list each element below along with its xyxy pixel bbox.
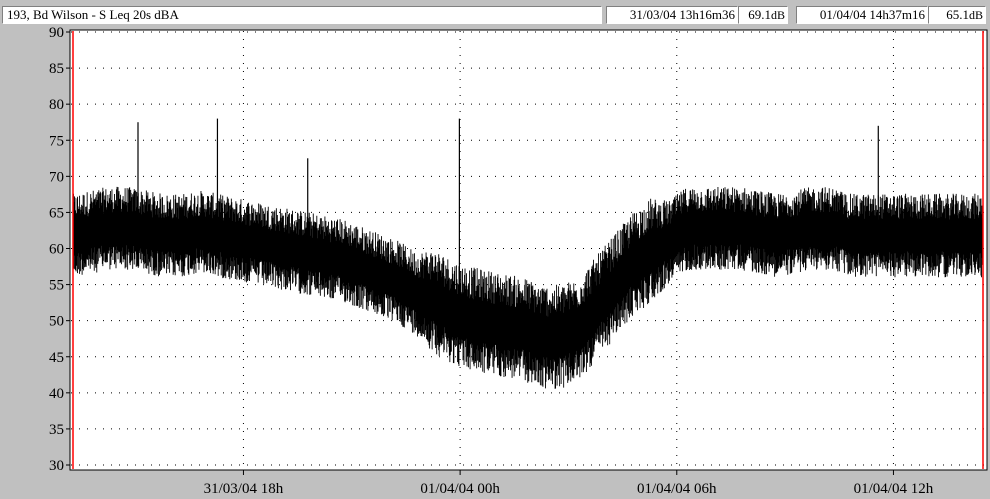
y-tick-label: 55 bbox=[49, 278, 64, 294]
y-axis: 30 35 40 45 50 55 60 65 70 75 80 85 90 bbox=[49, 25, 70, 474]
y-tick-label: 60 bbox=[49, 242, 64, 258]
y-tick-label: 35 bbox=[49, 422, 64, 438]
y-tick-label: 85 bbox=[49, 61, 64, 77]
y-tick-label: 45 bbox=[49, 350, 64, 366]
y-tick-label: 30 bbox=[49, 458, 64, 474]
y-tick-label: 40 bbox=[49, 386, 64, 402]
chart-svg[interactable]: 30 35 40 45 50 55 60 65 70 75 80 85 90 31/03/04 18h 0… bbox=[0, 0, 990, 499]
x-axis: 31/03/04 18h 01/04/04 00h 01/04/04 06h 01/0… bbox=[204, 470, 934, 497]
x-tick-label: 01/04/04 12h bbox=[854, 481, 934, 497]
y-tick-label: 80 bbox=[49, 97, 64, 113]
y-tick-label: 75 bbox=[49, 133, 64, 149]
x-tick-label: 01/04/04 06h bbox=[637, 481, 717, 497]
y-tick-label: 70 bbox=[49, 169, 64, 185]
x-tick-label: 01/04/04 00h bbox=[420, 481, 500, 497]
y-tick-label: 90 bbox=[49, 25, 64, 41]
y-tick-label: 50 bbox=[49, 314, 64, 330]
x-tick-label: 31/03/04 18h bbox=[204, 481, 284, 497]
y-tick-label: 65 bbox=[49, 205, 64, 221]
chart-window: 193, Bd Wilson - S Leq 20s dBA 31/03/04 … bbox=[0, 0, 990, 499]
